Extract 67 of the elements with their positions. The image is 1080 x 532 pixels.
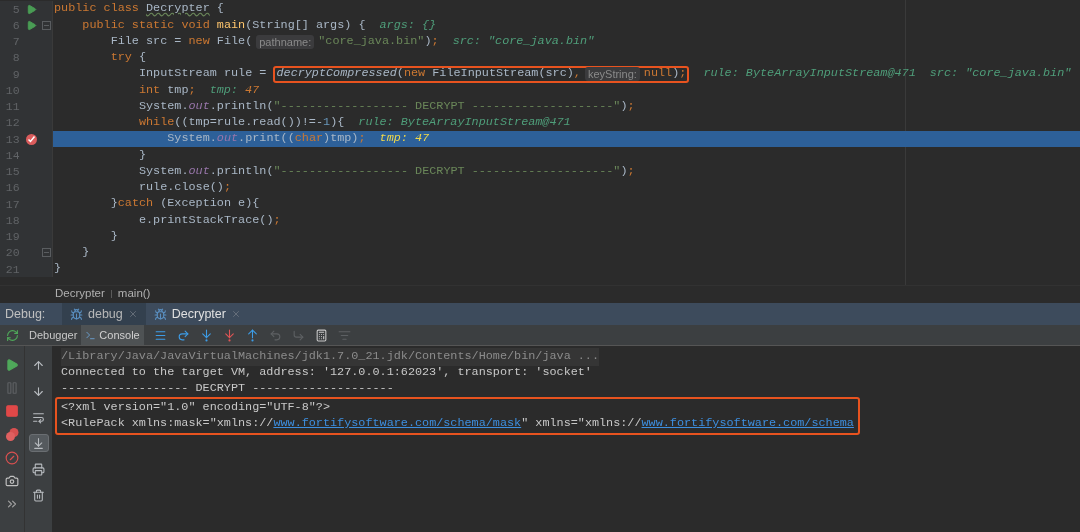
breadcrumb[interactable]: main(): [117, 285, 151, 303]
force-step-into-icon[interactable]: [222, 328, 236, 342]
step-out-icon[interactable]: [245, 328, 259, 342]
code-text: System.out.print((char)tmp);: [166, 130, 366, 148]
debug-session-icon: [70, 307, 83, 321]
console-text: <RulePack xmlns:mask="xmlns://: [61, 415, 274, 433]
console-link[interactable]: www.fortifysoftware.com/schema: [641, 415, 854, 433]
code-text: }: [81, 244, 90, 262]
inline-debug-value: tmp: 47: [379, 130, 430, 148]
fold-icon[interactable]: [41, 20, 51, 30]
scroll-to-end-icon[interactable]: [28, 434, 49, 452]
code-text: public class Decrypter {: [54, 0, 224, 18]
parameter-hint: pathname:: [256, 34, 315, 49]
code-text: null);: [643, 65, 687, 83]
run-icon[interactable]: [25, 3, 37, 15]
code-text: while((tmp=rule.read())!=-1){: [137, 114, 345, 132]
code-text: try {: [109, 49, 147, 67]
mute-breakpoints-icon[interactable]: [5, 451, 19, 465]
close-icon[interactable]: [127, 309, 138, 319]
breakpoint-icon[interactable]: [24, 132, 38, 146]
inline-debug-value: tmp: 47: [209, 81, 260, 99]
code-text: e.printStackTrace();: [137, 211, 281, 229]
debug-session-tab[interactable]: debug: [62, 303, 146, 325]
code-text: }catch (Exception e){: [109, 195, 260, 213]
console-text: <?xml version="1.0" encoding="UTF-8"?>: [61, 399, 330, 417]
more-icon[interactable]: [5, 497, 19, 511]
step-into-icon[interactable]: [199, 328, 213, 342]
code-text: System.out.println("------------------ DECRYPT --------------------");: [137, 97, 635, 115]
camera-icon[interactable]: [5, 474, 19, 488]
inline-debug-value: args: {}: [379, 16, 437, 34]
code-text: decryptCompressed(new FileInputStream(src),: [276, 65, 581, 83]
list-icon[interactable]: [153, 328, 167, 342]
step-over-icon[interactable]: [176, 328, 190, 342]
inline-debug-value: src: "core_java.bin": [929, 65, 1072, 83]
code-text: "core_java.bin");: [318, 32, 439, 50]
console-icon: [85, 329, 97, 341]
inline-debug-value: rule: ByteArrayInputStream@471: [358, 114, 571, 132]
breadcrumb[interactable]: Decrypter: [55, 285, 105, 303]
code-text: System.out.println("------------------ DECRYPT --------------------");: [137, 162, 635, 180]
breakpoints-icon[interactable]: [4, 427, 20, 442]
rerun-icon[interactable]: [6, 328, 19, 342]
code-text: }: [137, 146, 147, 164]
debug-session-icon: [153, 307, 167, 321]
code-text: InputStream rule =: [137, 65, 268, 83]
inline-debug-value: src: "core_java.bin": [452, 32, 595, 50]
debug-view-tab[interactable]: Console: [81, 325, 144, 345]
stop-icon[interactable]: [5, 404, 19, 418]
console-command: /Library/Java/JavaVirtualMachines/jdk1.7.0_21.jdk/Contents/Home/bin/java ...: [61, 348, 600, 366]
code-text: rule.close();: [137, 179, 231, 197]
code-text: int tmp;: [137, 81, 196, 99]
debug-view-tab[interactable]: Debugger: [25, 325, 82, 345]
console-text: " xmlns="xmlns://: [521, 415, 642, 433]
code-text: }: [109, 227, 118, 245]
console-text: Connected to the target VM, address: '127.0.0.1:62023', transport: 'socket': [61, 364, 592, 382]
fold-icon[interactable]: [41, 248, 51, 258]
inline-debug-value: rule: ByteArrayInputStream@471: [703, 65, 916, 83]
console-link[interactable]: www.fortifysoftware.com/schema/mask: [273, 415, 522, 433]
resume-icon[interactable]: [5, 358, 19, 372]
panel-title: Debug:: [4, 305, 47, 323]
code-text: public static void main(String[] args) {: [81, 16, 366, 34]
code-text: File src = new File(: [109, 32, 253, 50]
console-text: ------------------ DECRYPT --------------------: [61, 380, 394, 398]
run-icon[interactable]: [25, 19, 37, 31]
breadcrumb-separator-icon: [110, 290, 112, 298]
calculator-icon[interactable]: [314, 328, 328, 342]
code-text: }: [54, 260, 62, 278]
parameter-hint: keyString:: [584, 67, 640, 82]
